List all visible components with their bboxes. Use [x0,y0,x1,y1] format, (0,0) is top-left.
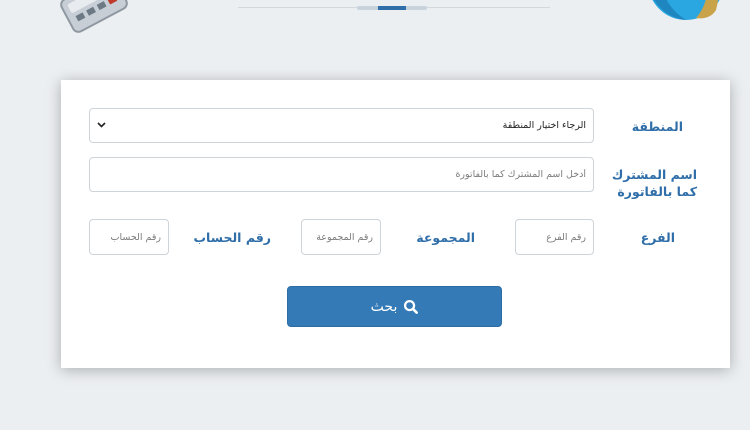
group-number-input[interactable] [301,219,381,255]
group-label: المجموعة [416,230,475,245]
region-select-value: الرجاء اختيار المنطقة [502,120,586,131]
globe-icon [652,0,720,20]
subscriber-name-label: اسم المشترك كما بالفاتورة [612,166,697,200]
search-button[interactable]: بحث [287,286,502,327]
account-label: رقم الحساب [193,230,272,245]
header-divider-accent [357,6,427,10]
search-form-card: المنطقة الرجاء اختيار المنطقة اسم المشتر… [61,80,730,368]
subscriber-name-label-line2: كما بالفاتورة [617,184,697,199]
branch-number-input[interactable] [515,219,594,255]
search-icon [403,299,419,314]
card-reader-icon [60,0,128,33]
subscriber-name-input[interactable] [89,157,594,192]
account-number-input[interactable] [89,219,169,255]
search-button-label: بحث [370,298,398,315]
subscriber-name-label-line1: اسم المشترك [611,167,697,182]
chevron-down-icon [97,120,106,131]
region-label: المنطقة [631,119,683,134]
branch-label: الفرع [640,230,675,245]
region-select[interactable]: الرجاء اختيار المنطقة [89,108,594,143]
